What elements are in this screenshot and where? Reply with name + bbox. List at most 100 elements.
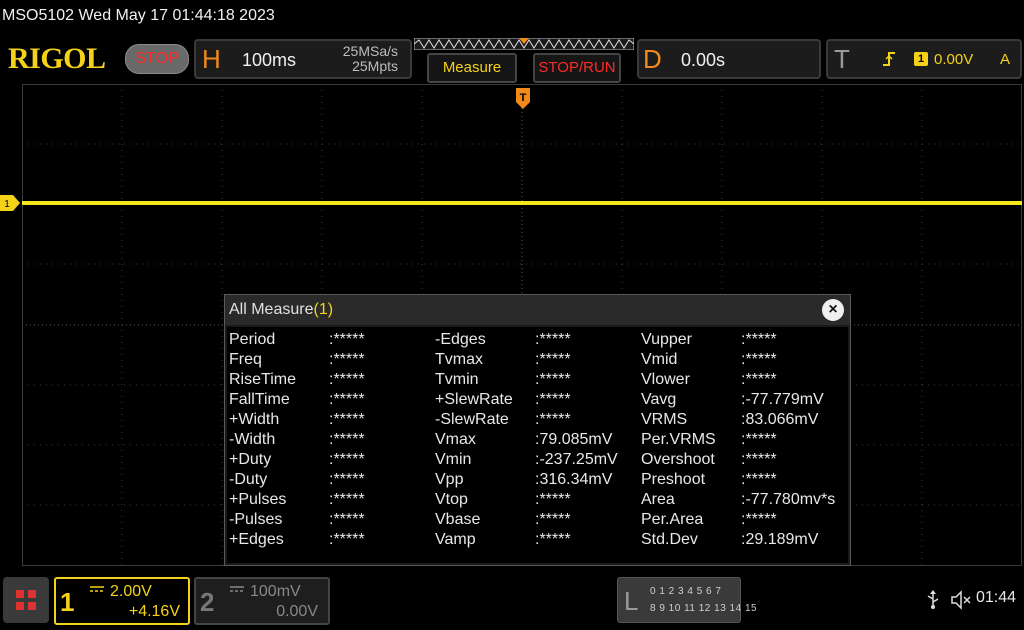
measure-row: +Duty :***** [229,451,429,471]
measure-name: Tvmax [435,351,483,368]
channel2-offset: 0.00V [276,603,318,620]
measure-row: Per.VRMS:***** [641,431,841,451]
run-state-indicator: STOP [125,44,189,74]
dc-coupling-icon [90,586,104,592]
measure-value: :***** [329,511,365,528]
measure-row: Vavg :-77.779mV [641,391,841,411]
measure-name: Preshoot [641,471,706,488]
channel2-number: 2 [200,587,215,617]
measure-name: Overshoot [641,451,715,468]
measure-value: :***** [535,371,571,388]
measure-row: VRMS:83.066mV [641,411,841,431]
measure-row: FallTime :***** [229,391,429,411]
measure-name: Vpp [435,471,464,488]
measure-value: :***** [741,471,777,488]
measure-row: Vmax:79.085mV [435,431,635,451]
measure-value: :***** [329,471,365,488]
measure-value: :***** [535,331,571,348]
measure-value: :***** [535,391,571,408]
channel1-offset-marker[interactable]: 1 [0,195,20,211]
measure-row: Vmid:***** [641,351,841,371]
measure-row: Std.Dev:29.189mV [641,531,841,551]
channel1-panel[interactable]: 1 2.00V +4.16V [54,577,190,625]
trigger-letter: T [834,44,850,74]
delay-letter: D [643,44,662,74]
trigger-position-marker[interactable]: T [515,88,531,110]
measure-row: Area:-77.780mv*s [641,491,841,511]
measure-name: VRMS [641,411,688,428]
memory-waveform-strip [414,38,634,50]
measure-row: -Duty:***** [229,471,429,491]
measure-row: Vamp:***** [435,531,635,551]
measure-name: Vmax [435,431,476,448]
all-measure-window: All Measure(1) × Period:***** Freq:***** R… [224,294,851,566]
measure-name: Vtop [435,491,468,508]
measure-value: :***** [329,351,365,368]
measure-row: Vlower:***** [641,371,841,391]
close-button[interactable]: × [822,299,844,321]
channel2-scale: 100mV [250,583,301,600]
measure-value: :***** [329,391,365,408]
measure-name: +SlewRate [435,391,513,408]
logic-analyzer-panel[interactable]: L 0 1 2 3 4 5 6 7 8 9 10 11 12 13 14 15 [617,577,757,623]
measure-name: +Duty [229,451,272,468]
measure-value: :***** [741,331,777,348]
timebase-value: 100ms [242,50,297,70]
measure-value: :***** [741,371,777,388]
measure-value: :***** [535,531,571,548]
logic-letter: L [624,586,639,616]
measure-value: :***** [535,351,571,368]
measure-name: Vmin [435,451,472,468]
delay-value: 0.00s [681,50,726,70]
measure-row: Overshoot:***** [641,451,841,471]
measure-value: :***** [329,451,365,468]
measure-value: :***** [329,531,365,548]
measure-row: Freq :***** [229,351,429,371]
rising-edge-icon [883,52,895,66]
usb-icon [927,590,939,609]
channel1-marker-label: 1 [4,199,10,210]
measure-name: Per.Area [641,511,704,528]
measure-value: :***** [535,411,571,428]
title-bar: MSO5102 Wed May 17 01:44:18 2023 [0,0,1024,34]
trigger-panel[interactable]: T 1 0.00V A [826,39,1022,79]
delay-panel[interactable]: D 0.00s [637,39,821,79]
trigger-level: 0.00V [934,51,974,68]
measure-value: :***** [741,431,777,448]
channel2-panel[interactable]: 2 100mV 0.00V [194,577,330,625]
status-clock: 01:44 [976,589,1017,606]
measure-row: Vtop:***** [435,491,635,511]
measure-name: -Edges [435,331,486,348]
sample-rate: 25MSa/s [342,43,398,59]
memory-depth: 25Mpts [352,58,398,74]
channel1-trace [22,201,1022,205]
measure-name: -Width [229,431,276,448]
measure-name: Vavg [641,391,677,408]
speaker-muted-icon[interactable] [950,590,972,610]
measure-value: :-77.780mv*s [741,491,836,508]
measure-name: RiseTime [229,371,296,388]
measure-row: Period:***** [229,331,429,351]
measure-window-title: All Measure(1) [229,301,334,318]
main-menu-button[interactable] [3,577,49,623]
measure-name: Std.Dev [641,531,698,548]
trigger-mode: A [1000,51,1011,68]
trigger-source-badge: 1 [914,52,928,66]
measure-value: :***** [329,331,365,348]
measure-value: :***** [329,371,365,388]
measure-name: Vupper [641,331,692,348]
measure-value: :-77.779mV [741,391,824,408]
stop-run-button[interactable]: STOP/RUN [533,53,621,83]
measure-button[interactable]: Measure [427,53,517,83]
measure-name: Vbase [435,511,481,528]
measure-name: Freq [229,351,262,368]
measure-value: :***** [741,511,777,528]
dc-coupling-icon [230,586,244,592]
measure-name: FallTime [229,391,290,408]
measure-row: RiseTime :***** [229,371,429,391]
measure-name: -SlewRate [435,411,509,428]
horizontal-timebase-panel[interactable]: H 100ms 25MSa/s 25Mpts [194,39,412,79]
measure-window-header: All Measure(1) × [225,295,850,325]
channel1-offset: +4.16V [128,603,180,620]
measure-value: :***** [329,491,365,508]
